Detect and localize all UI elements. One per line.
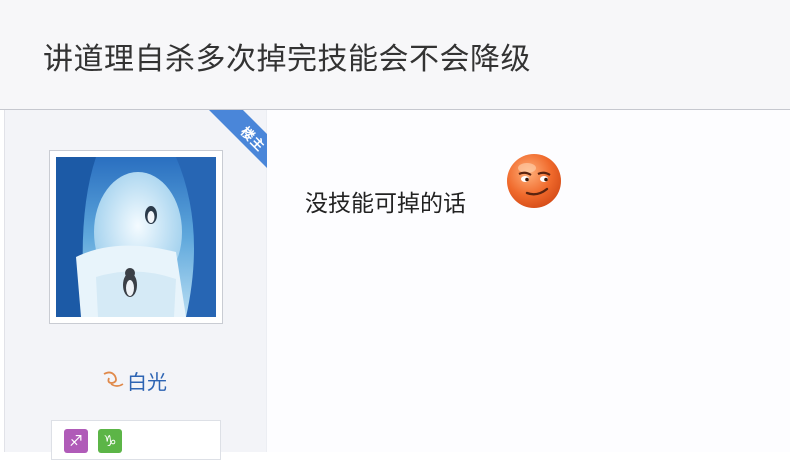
smirk-emoji [505,152,563,210]
capricorn-icon[interactable]: ♑ [98,429,122,453]
sagittarius-icon[interactable]: ♐ [64,429,88,453]
thread-title: 讲道理自杀多次掉完技能会不会降级 [43,42,531,77]
post-content: 没技能可掉的话 [305,191,466,217]
op-badge-ribbon: 楼主 [206,110,267,184]
author-name-row: 白光 [101,366,167,395]
author-badges: ♐ ♑ [51,420,221,460]
op-badge: 楼主 [193,110,267,184]
author-name[interactable]: 白光 [127,366,167,395]
op-badge-label: 楼主 [237,124,267,155]
ice-cave-penguin-avatar [56,157,216,317]
post: 白光 ♐ ♑ 楼主 没技能可掉的话 [4,110,790,460]
thread-title-bar: 讲道理自杀多次掉完技能会不会降级 [0,0,790,110]
level-swirl-icon [101,368,125,394]
author-column: 白光 ♐ ♑ 楼主 [5,110,267,460]
